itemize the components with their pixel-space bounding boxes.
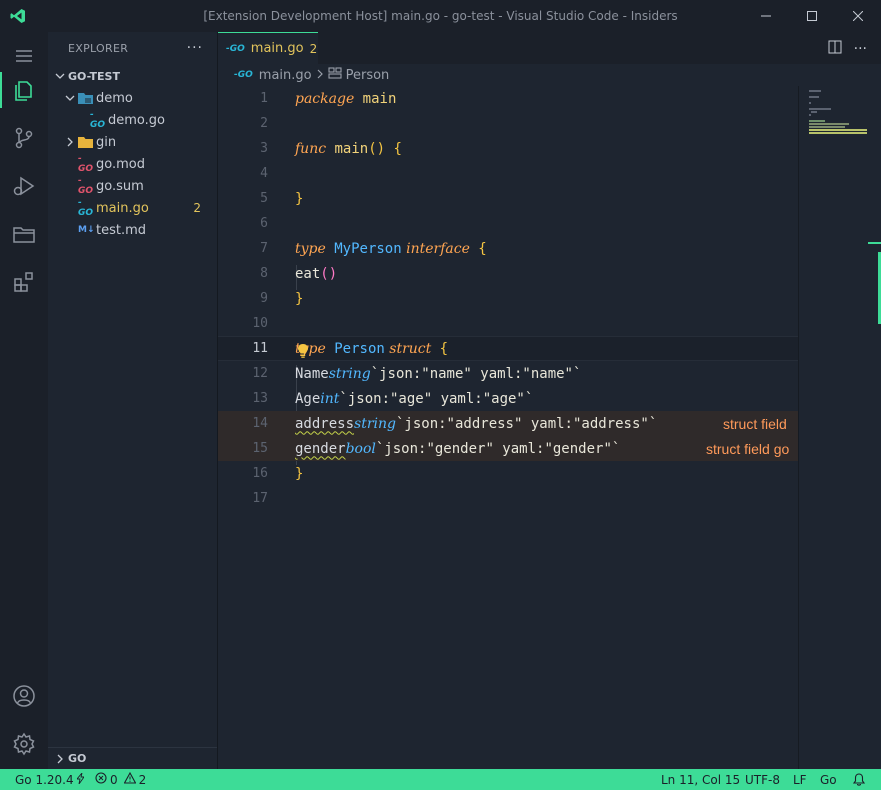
notifications-bell-icon[interactable]	[853, 769, 865, 790]
tree-item-label: demo.go	[108, 112, 165, 128]
tree-item-test-md[interactable]: M↓ test.md	[48, 219, 217, 241]
tree-item-gin-folder[interactable]: gin	[48, 131, 217, 153]
tree-item-go-mod[interactable]: -GO go.mod	[48, 153, 217, 175]
tab-problem-count: 2	[309, 41, 318, 56]
go-version-status[interactable]: Go 1.20.4	[15, 769, 85, 790]
editor-actions: ···	[828, 40, 867, 58]
cursor-position-status[interactable]: Ln 11, Col 15	[661, 769, 740, 790]
outline-section-label: GO	[68, 752, 87, 765]
tree-item-demo-folder[interactable]: demo	[48, 87, 217, 109]
tree-item-demo-go[interactable]: -GO demo.go	[48, 109, 217, 131]
markdown-file-icon: M↓	[78, 225, 95, 235]
minimap[interactable]	[798, 86, 868, 769]
folder-icon	[78, 134, 96, 150]
code-line: 10	[252, 316, 268, 331]
activity-bar	[0, 32, 48, 769]
tab-main-go[interactable]: -GO main.go 2	[218, 32, 318, 64]
breadcrumb-file[interactable]: main.go	[259, 68, 312, 83]
go-mod-icon: -GO	[78, 154, 94, 174]
chevron-right-icon	[52, 754, 68, 764]
error-icon	[95, 772, 107, 787]
code-line: 8 eat()	[260, 265, 338, 282]
code-line: 17	[252, 491, 268, 506]
code-line: 5 }	[260, 190, 304, 207]
tree-item-label: main.go	[96, 200, 149, 216]
chevron-right-icon	[62, 134, 78, 150]
lightning-icon	[75, 772, 85, 787]
breadcrumb: -GO main.go Person	[218, 64, 881, 86]
settings-icon[interactable]	[0, 720, 48, 768]
tree-item-label: gin	[96, 134, 117, 150]
folder-open-icon	[78, 90, 96, 106]
outline-section-header[interactable]: GO	[48, 747, 217, 769]
scroll-cursor-marker	[868, 242, 881, 244]
language-mode-status[interactable]: Go	[820, 769, 837, 790]
more-actions-button[interactable]: ···	[187, 40, 203, 56]
warning-count: 2	[138, 772, 147, 787]
tab-bar: -GO main.go 2 ···	[218, 32, 881, 64]
code-line: 6	[260, 216, 268, 231]
warning-icon	[123, 771, 137, 787]
inlay-hint: struct field go	[706, 440, 790, 457]
chevron-down-icon	[52, 68, 68, 84]
eol-status[interactable]: LF	[793, 769, 807, 790]
tree-item-main-go[interactable]: -GO main.go 2	[48, 197, 217, 219]
explorer-sidebar: EXPLORER ··· GO-TEST demo -GO demo.go gi…	[48, 32, 218, 769]
tree-item-label: demo	[96, 90, 133, 106]
tree-item-label: go.sum	[96, 178, 144, 194]
inlay-hint: struct field	[723, 415, 787, 432]
encoding-status[interactable]: UTF-8	[745, 769, 780, 790]
problem-count-badge: 2	[193, 201, 201, 215]
code-line: 2	[260, 116, 268, 131]
go-mod-icon: -GO	[78, 176, 94, 196]
code-line: 7 type MyPerson interface {	[260, 240, 487, 257]
code-line: 12 Name string `json:"name" yaml:"name"`	[252, 365, 582, 382]
lightbulb-icon[interactable]	[297, 343, 309, 359]
code-line: 3 func main() {	[260, 140, 402, 157]
go-file-icon: -GO	[90, 110, 106, 130]
more-actions-icon[interactable]: ···	[854, 41, 867, 57]
code-line: 4	[260, 166, 268, 181]
tree-item-label: go.mod	[96, 156, 145, 172]
vscode-logo-icon	[0, 0, 36, 32]
source-control-icon[interactable]	[0, 114, 48, 162]
tab-label: main.go	[250, 41, 304, 56]
folders-icon[interactable]	[0, 210, 48, 258]
error-count: 0	[110, 772, 118, 787]
tree-item-label: test.md	[96, 222, 147, 238]
run-debug-icon[interactable]	[0, 162, 48, 210]
editor-area: -GO main.go 2 ··· -GO main.go Person 1 p…	[218, 32, 881, 769]
code-line-warning: 14 address string `json:"address" yaml:"…	[218, 411, 798, 436]
vertical-scrollbar[interactable]	[868, 86, 881, 769]
breadcrumb-symbol[interactable]: Person	[346, 68, 390, 83]
problems-status[interactable]: 0 2	[95, 769, 146, 790]
chevron-right-icon	[316, 68, 324, 83]
title-bar: [Extension Development Host] main.go - g…	[0, 0, 881, 32]
code-line: 13 Age int `json:"age" yaml:"age"`	[252, 390, 534, 407]
chevron-down-icon	[62, 90, 78, 106]
split-editor-icon[interactable]	[828, 40, 842, 58]
go-file-icon: -GO	[226, 43, 245, 54]
extensions-icon[interactable]	[0, 258, 48, 306]
code-editor[interactable]: 1 package main 2 3 func main() { 4 5 } 6…	[218, 86, 798, 769]
explorer-icon[interactable]	[0, 66, 48, 114]
close-button[interactable]	[835, 0, 881, 32]
code-line-warning: 15 gender bool `json:"gender" yaml:"gend…	[218, 436, 798, 461]
tree-item-go-sum[interactable]: -GO go.sum	[48, 175, 217, 197]
account-icon[interactable]	[0, 672, 48, 720]
status-bar: Go 1.20.4 0 2 Ln 11, Col 15 UTF-8 LF Go	[0, 769, 881, 790]
maximize-button[interactable]	[789, 0, 835, 32]
code-line: 1 package main	[260, 90, 397, 107]
code-line: 16 }	[252, 465, 304, 482]
workspace-root[interactable]: GO-TEST	[48, 65, 217, 87]
struct-symbol-icon	[328, 67, 342, 83]
workspace-root-label: GO-TEST	[68, 69, 120, 83]
minimize-button[interactable]	[743, 0, 789, 32]
go-file-icon: -GO	[234, 70, 253, 80]
go-file-icon: -GO	[78, 198, 94, 218]
code-line: 9 }	[260, 290, 304, 307]
